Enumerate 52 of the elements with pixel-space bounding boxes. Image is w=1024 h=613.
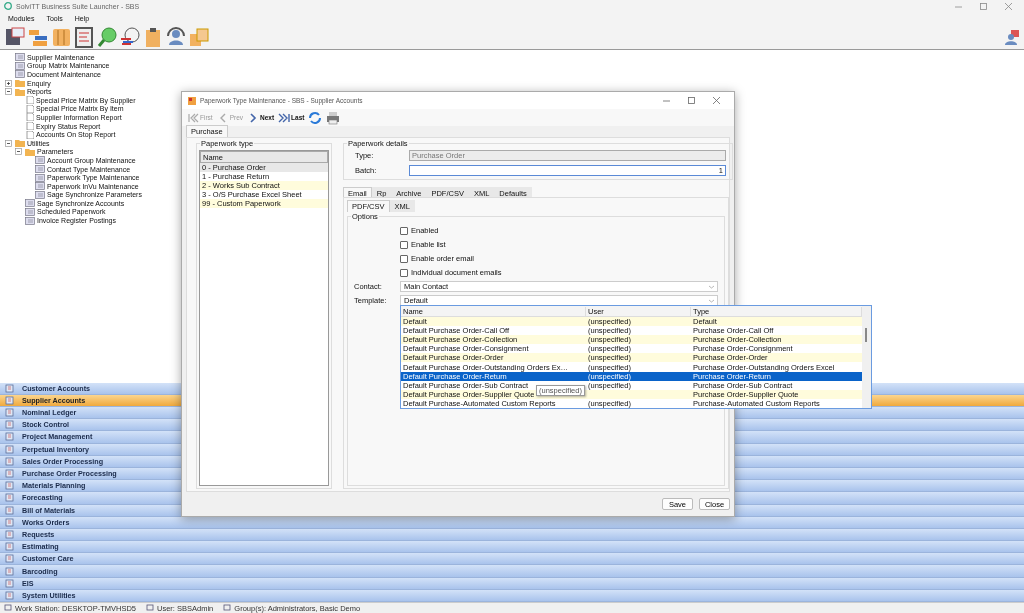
close-icon[interactable] <box>1005 2 1012 10</box>
form-icon <box>35 182 45 191</box>
form-icon <box>35 190 45 199</box>
form-icon <box>15 53 25 62</box>
maximize-icon[interactable] <box>688 97 695 104</box>
expander-icon[interactable] <box>5 79 12 87</box>
app-icon <box>4 2 12 10</box>
refresh-icon[interactable] <box>308 110 323 125</box>
module-icon <box>5 590 14 600</box>
document-icon[interactable] <box>73 25 95 48</box>
module-icon <box>5 578 14 588</box>
checkbox[interactable] <box>400 254 408 263</box>
chevron-right-icon <box>247 112 259 123</box>
checkbox[interactable] <box>400 268 408 277</box>
module-icon <box>5 469 14 479</box>
double-chevron-right-icon <box>278 112 291 123</box>
search-icon[interactable] <box>96 25 118 48</box>
module-icon <box>5 517 14 527</box>
print-icon[interactable] <box>326 110 341 125</box>
module-icon <box>5 432 14 442</box>
module-icon <box>5 542 14 552</box>
form-icon <box>35 173 45 182</box>
expander-icon[interactable] <box>5 88 12 96</box>
expander-icon[interactable] <box>15 148 22 156</box>
person-refresh-icon[interactable] <box>165 25 187 48</box>
module-icon <box>5 566 14 576</box>
module-icon <box>5 481 14 491</box>
scrollbar-thumb[interactable] <box>865 328 867 342</box>
form-icon <box>35 156 45 165</box>
module-icon <box>5 408 14 418</box>
form-icon <box>25 199 35 208</box>
checkbox[interactable] <box>400 226 408 235</box>
module-icon <box>5 420 14 430</box>
module-icon <box>5 493 14 503</box>
double-chevron-left-icon <box>187 112 199 123</box>
form-icon <box>25 216 35 225</box>
checkbox[interactable] <box>400 240 408 249</box>
module-icon <box>5 444 14 454</box>
close-icon[interactable] <box>713 97 720 104</box>
form-icon <box>15 61 25 70</box>
form-icon <box>15 70 25 79</box>
chevron-icon <box>709 298 714 303</box>
module-icon <box>5 554 14 564</box>
expander-icon[interactable] <box>5 139 12 147</box>
module-icon <box>5 383 14 393</box>
chevron-icon <box>709 284 714 289</box>
maximize-icon[interactable] <box>980 2 987 10</box>
module-icon <box>5 529 14 539</box>
module-icon <box>5 505 14 515</box>
module-icon <box>5 456 14 466</box>
form-icon <box>188 96 196 105</box>
module-icon <box>5 395 14 405</box>
